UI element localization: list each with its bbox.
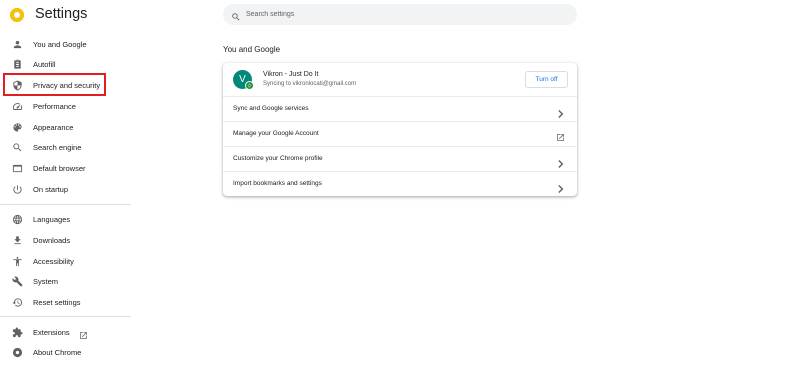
section-title: You and Google: [223, 45, 281, 54]
sync-icon: [245, 81, 254, 90]
sidebar-item-label: Autofill: [33, 59, 56, 69]
speedometer-icon: [11, 100, 23, 112]
reset-icon: [11, 296, 23, 308]
wrench-icon: [11, 275, 23, 287]
sidebar-item-label: Downloads: [33, 235, 71, 245]
browser-icon: [11, 162, 23, 174]
sidebar-item-label: You and Google: [33, 39, 87, 49]
accessibility-icon: [11, 255, 23, 267]
row-customize-chrome-profile[interactable]: Customize your Chrome profile: [223, 146, 577, 172]
sidebar-item-label: Appearance: [33, 122, 74, 132]
power-icon: [11, 183, 23, 195]
sidebar-item-label: Extensions: [33, 327, 70, 337]
sidebar-item-label: Languages: [33, 214, 71, 224]
person-icon: [11, 38, 23, 50]
chevron-right-icon: [558, 180, 564, 193]
chevron-right-icon: [558, 155, 564, 168]
search-icon: [11, 141, 23, 153]
sidebar-item-reset-settings[interactable]: Reset settings: [0, 292, 132, 312]
sync-status: Syncing to vikronlocati@gmail.com: [263, 81, 357, 87]
sidebar-item-you-and-google[interactable]: You and Google: [0, 34, 132, 54]
sidebar-item-label: System: [33, 276, 59, 286]
sidebar-item-about-chrome[interactable]: About Chrome: [0, 342, 132, 362]
row-label: Sync and Google services: [233, 105, 309, 112]
sidebar-item-autofill[interactable]: Autofill: [0, 54, 132, 74]
sidebar-item-extensions[interactable]: Extensions: [0, 322, 132, 342]
puzzle-icon: [11, 326, 23, 338]
chrome-icon: [11, 346, 23, 358]
sidebar-item-label: On startup: [33, 184, 69, 194]
sidebar-item-default-browser[interactable]: Default browser: [0, 158, 132, 178]
sidebar-item-label: Performance: [33, 101, 76, 111]
sidebar-item-accessibility[interactable]: Accessibility: [0, 251, 132, 271]
external-link-icon[interactable]: [79, 327, 88, 339]
sidebar-divider: [0, 204, 131, 205]
sidebar-item-label: Search engine: [33, 142, 82, 152]
palette-icon: [11, 121, 23, 133]
page-title: Settings: [35, 6, 88, 22]
sidebar-item-privacy-and-security[interactable]: Privacy and security: [0, 75, 132, 95]
sidebar-item-languages[interactable]: Languages: [0, 209, 132, 229]
sidebar-item-label: About Chrome: [33, 347, 82, 357]
turn-off-button[interactable]: Turn off: [525, 71, 568, 88]
globe-icon: [11, 213, 23, 225]
row-label: Import bookmarks and settings: [233, 180, 322, 187]
sidebar-item-label: Reset settings: [33, 297, 81, 307]
sidebar-item-label: Privacy and security: [33, 80, 101, 90]
external-link-icon: [556, 129, 565, 141]
profile-name: Vikron - Just Do It: [263, 71, 319, 78]
row-label: Manage your Google Account: [233, 130, 319, 137]
row-sync-and-google-services[interactable]: Sync and Google services: [223, 96, 577, 122]
search-icon: [231, 9, 241, 21]
sidebar-item-label: Accessibility: [33, 256, 74, 266]
sidebar-item-on-startup[interactable]: On startup: [0, 179, 132, 199]
you-and-google-card: V Vikron - Just Do It Syncing to vikronl…: [223, 63, 577, 196]
sidebar-item-appearance[interactable]: Appearance: [0, 117, 132, 137]
clipboard-icon: [11, 58, 23, 70]
search-input[interactable]: [246, 7, 546, 22]
download-icon: [11, 234, 23, 246]
sidebar-item-label: Default browser: [33, 163, 86, 173]
sidebar-item-performance[interactable]: Performance: [0, 96, 132, 116]
sidebar-item-search-engine[interactable]: Search engine: [0, 137, 132, 157]
row-import-bookmarks[interactable]: Import bookmarks and settings: [223, 171, 577, 197]
search-bar[interactable]: [223, 4, 577, 25]
sidebar-item-downloads[interactable]: Downloads: [0, 230, 132, 250]
shield-icon: [11, 79, 23, 91]
profile-row: V Vikron - Just Do It Syncing to vikronl…: [223, 63, 577, 96]
chrome-logo-icon: [10, 8, 24, 22]
row-label: Customize your Chrome profile: [233, 155, 323, 162]
sidebar-item-system[interactable]: System: [0, 271, 132, 291]
sidebar-divider: [0, 316, 131, 317]
row-manage-google-account[interactable]: Manage your Google Account: [223, 121, 577, 147]
chevron-right-icon: [558, 105, 564, 118]
